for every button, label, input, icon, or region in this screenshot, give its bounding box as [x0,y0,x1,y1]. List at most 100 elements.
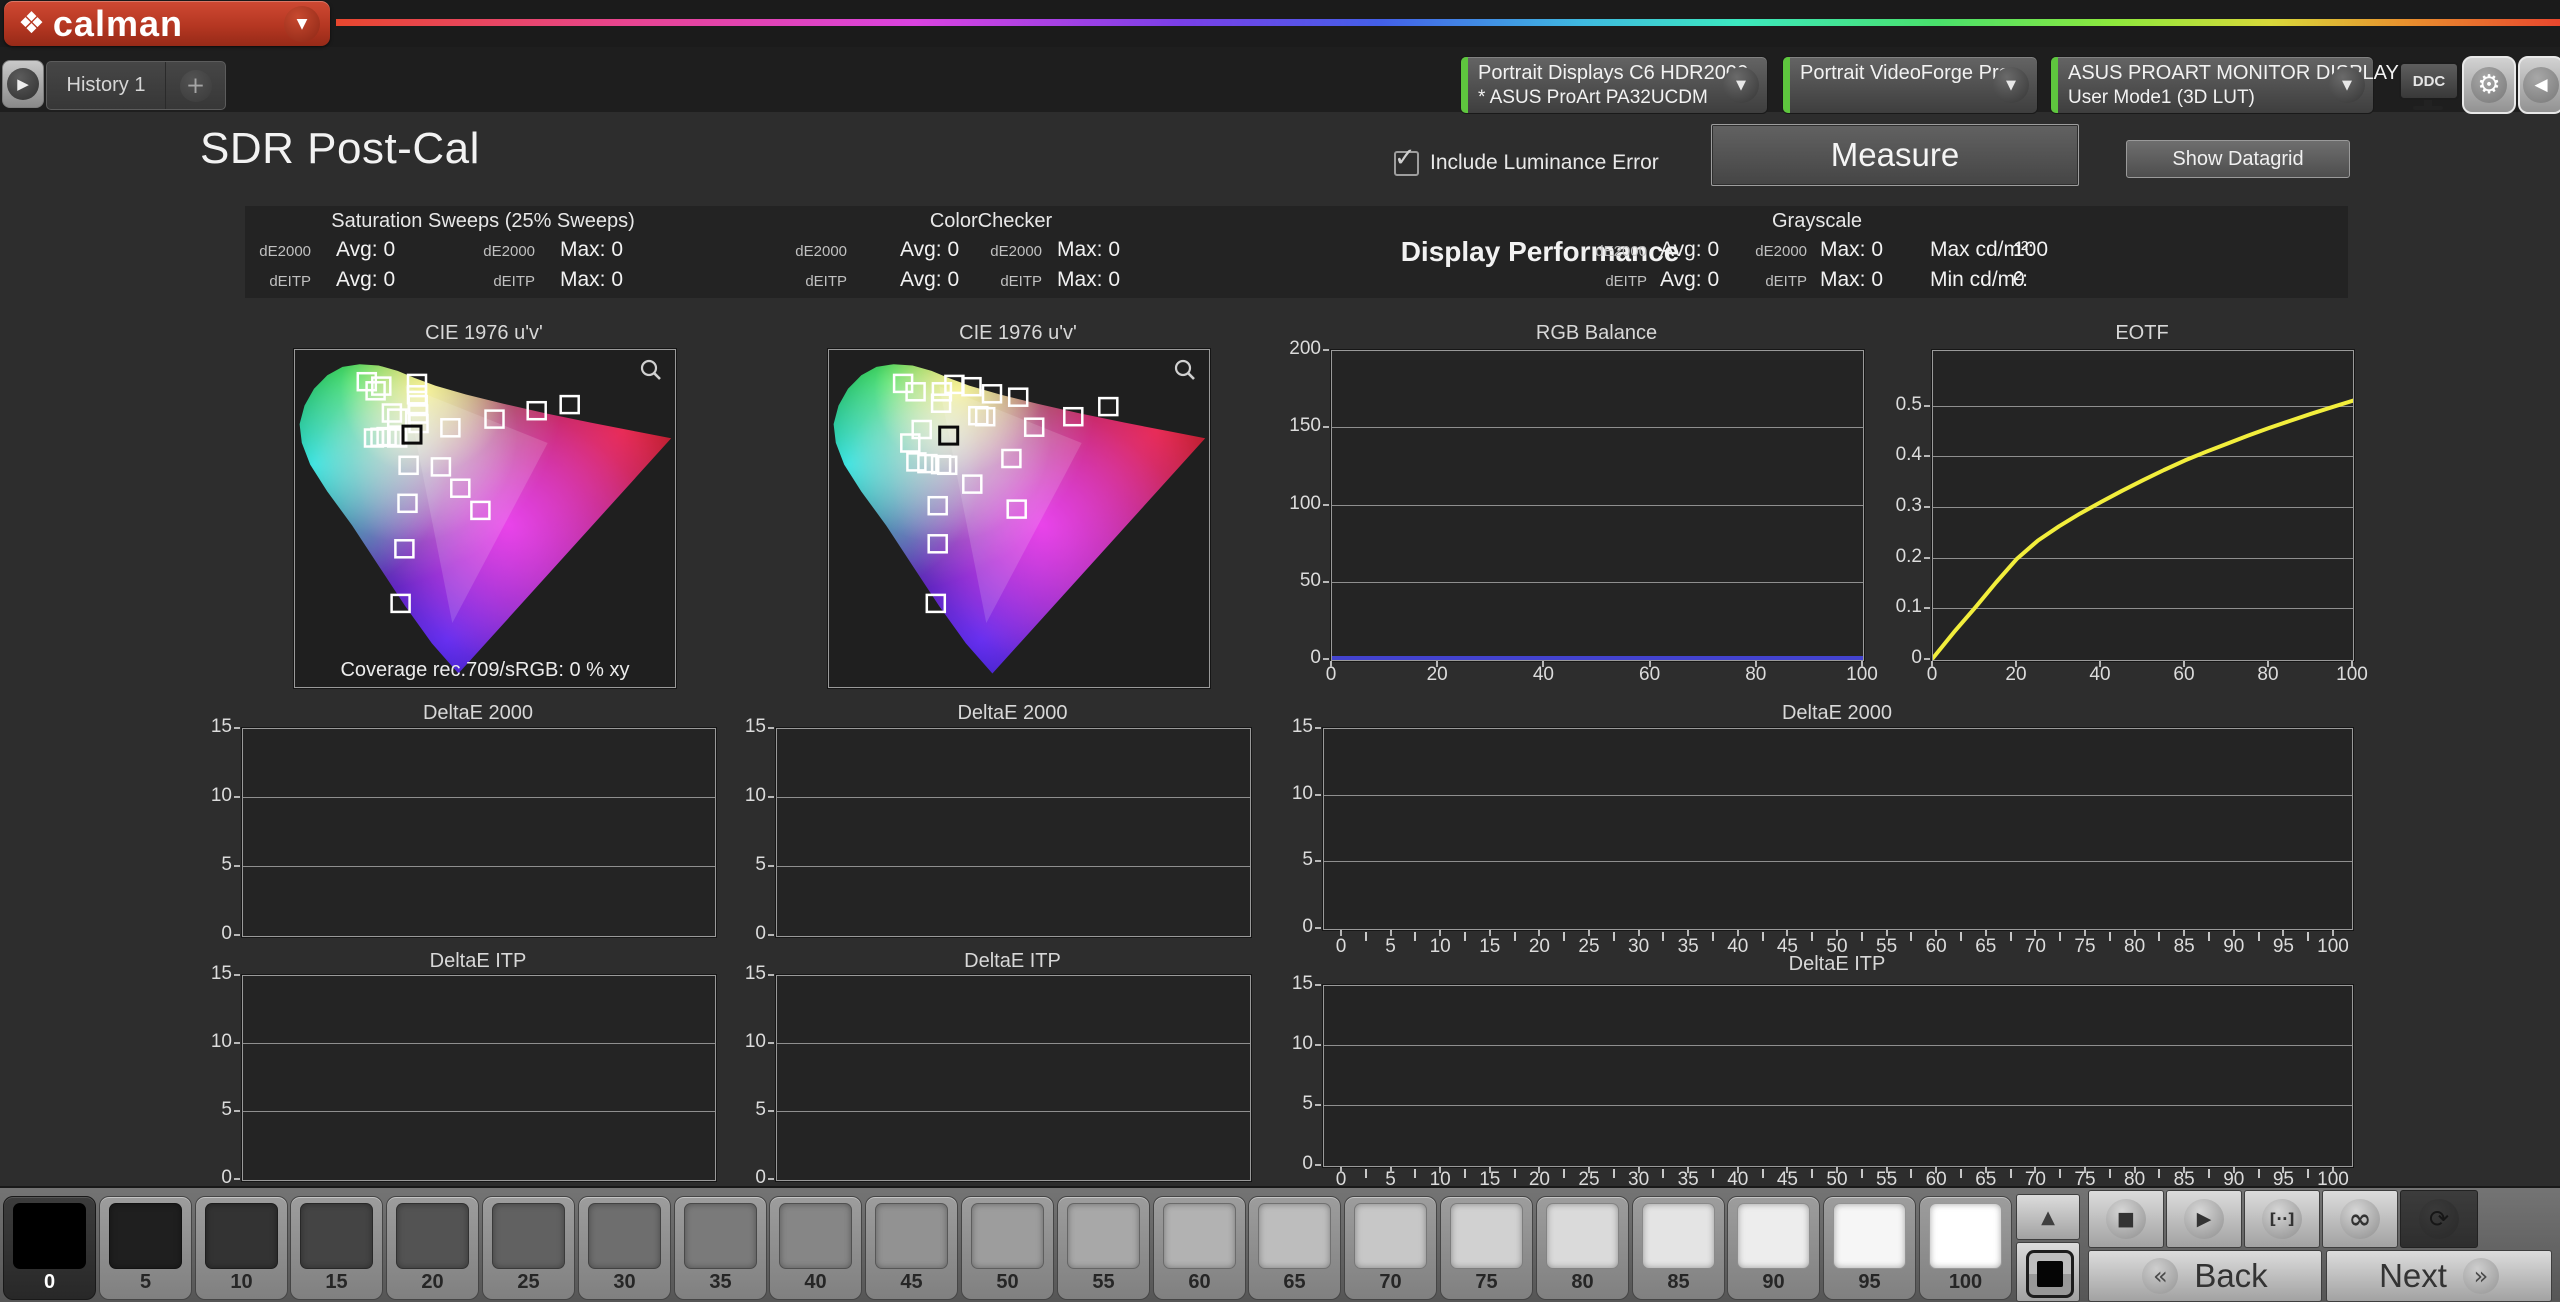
patch-label: 95 [1824,1271,1915,1294]
patch-button-35[interactable]: 35 [674,1196,767,1300]
x-tick-mark [1588,1167,1590,1173]
patch-button-40[interactable]: 40 [769,1196,862,1300]
patch-label: 85 [1633,1271,1724,1294]
patch-swatch [875,1203,948,1269]
y-tick-label: 0 [712,923,766,945]
x-tick-label: 80 [1732,664,1780,686]
sync-button[interactable]: ⟳ [2400,1190,2478,1248]
y-tick-mark [768,974,774,976]
patch-label: 80 [1537,1271,1628,1294]
x-tick-mark [2267,661,2269,667]
x-tick-mark [1588,930,1590,936]
x-tick-mark [1687,1167,1689,1173]
x-tick-mark [2183,1167,2185,1173]
x-tick-mark [1687,930,1689,936]
x-tick-label: 0 [1908,664,1956,686]
zoom-magnifier-icon[interactable] [639,358,663,382]
de2000_sat-title: DeltaE 2000 [242,702,714,725]
y-tick-mark [234,1042,240,1044]
x-tick-mark [1985,930,1987,936]
patch-swatch [1450,1203,1523,1269]
patch-button-20[interactable]: 20 [386,1196,479,1300]
stop-button[interactable]: ■ [2088,1190,2164,1248]
next-button[interactable]: Next » [2326,1250,2552,1302]
play-button[interactable]: ▶ [2166,1190,2242,1248]
y-tick-label: 10 [1259,783,1313,805]
y-tick-label: 5 [178,1099,232,1121]
patch-button-50[interactable]: 50 [961,1196,1054,1300]
y-tick-label: 0.4 [1868,444,1922,466]
x-tick-mark [2282,930,2284,936]
patch-label: 75 [1441,1271,1532,1294]
patch-button-100[interactable]: 100 [1919,1196,2012,1300]
x-tick-mark [1340,930,1342,936]
y-tick-mark [1315,927,1321,929]
eotf-title: EOTF [1932,322,2352,345]
back-button[interactable]: « Back [2088,1250,2322,1302]
zoom-magnifier-icon[interactable] [1173,358,1197,382]
patch-label: 20 [387,1271,478,1294]
patch-button-15[interactable]: 15 [290,1196,383,1300]
pattern-window-button[interactable] [2016,1242,2080,1302]
patch-button-5[interactable]: 5 [99,1196,192,1300]
chart-area: RGB Balance200150100500020406080100EOTF0… [0,0,2560,1302]
x-tick-label: 40 [1519,664,1567,686]
x-tick-mark [2034,1167,2036,1173]
gridline [1324,795,2352,796]
patch-swatch [1642,1203,1715,1269]
patch-label: 50 [962,1271,1053,1294]
x-tick-mark [1489,1167,1491,1173]
gridline [243,1111,715,1112]
y-tick-label: 10 [712,1031,766,1053]
interval-button[interactable]: [··] [2244,1190,2320,1248]
x-tick-mark [1985,1167,1987,1173]
y-tick-mark [1924,506,1930,508]
infinity-icon: ∞ [2340,1199,2380,1239]
patch-button-55[interactable]: 55 [1057,1196,1150,1300]
continuous-button[interactable]: ∞ [2322,1190,2398,1248]
x-tick-mark [2183,661,2185,667]
patch-button-90[interactable]: 90 [1727,1196,1820,1300]
patch-button-95[interactable]: 95 [1823,1196,1916,1300]
patch-swatch [1258,1203,1331,1269]
patch-button-30[interactable]: 30 [578,1196,671,1300]
patch-button-60[interactable]: 60 [1153,1196,1246,1300]
patch-swatch [1067,1203,1140,1269]
patch-button-85[interactable]: 85 [1632,1196,1725,1300]
patch-swatch [971,1203,1044,1269]
y-tick-mark [1315,794,1321,796]
x-tick-mark [1439,1167,1441,1173]
x-tick-mark [2015,661,2017,667]
patch-button-10[interactable]: 10 [195,1196,288,1300]
de2000_sat-plot [242,728,716,937]
gridline [777,866,1250,867]
coverage-label: Coverage rec.709/sRGB: 0 % xy [295,659,675,682]
y-tick-mark [1924,557,1930,559]
patch-button-65[interactable]: 65 [1248,1196,1341,1300]
patch-label: 30 [579,1271,670,1294]
y-tick-label: 15 [1259,973,1313,995]
x-tick-mark [1786,930,1788,936]
patch-button-80[interactable]: 80 [1536,1196,1629,1300]
patch-button-45[interactable]: 45 [865,1196,958,1300]
patch-label: 10 [196,1271,287,1294]
rgb_balance-plot [1331,350,1864,661]
patch-button-70[interactable]: 70 [1344,1196,1437,1300]
y-tick-mark [1315,1044,1321,1046]
patch-label: 55 [1058,1271,1149,1294]
patch-button-25[interactable]: 25 [482,1196,575,1300]
de2000_gs-plot [1323,728,2353,930]
patch-button-75[interactable]: 75 [1440,1196,1533,1300]
patch-button-0[interactable]: 0 [3,1196,96,1300]
x-tick-label: 20 [1992,664,2040,686]
patch-swatch [779,1203,852,1269]
de2000_cc-title: DeltaE 2000 [776,702,1249,725]
patch-swatch [205,1203,278,1269]
y-tick-label: 0.1 [1868,596,1922,618]
patch-swatch [1354,1203,1427,1269]
y-tick-label: 0 [1259,916,1313,938]
x-tick-mark [1755,661,1757,667]
y-tick-label: 0 [1259,1153,1313,1175]
pattern-panel-collapse-button[interactable]: ▲ [2016,1194,2080,1240]
x-tick-mark [1638,1167,1640,1173]
